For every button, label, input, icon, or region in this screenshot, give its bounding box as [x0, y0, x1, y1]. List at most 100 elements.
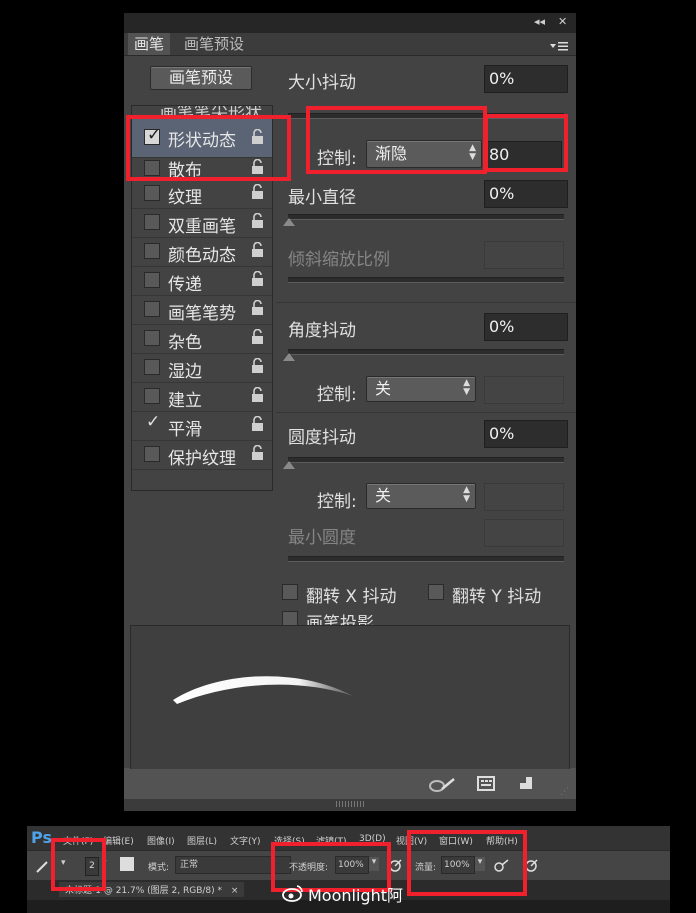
divider — [276, 302, 576, 303]
list-item-label: 颜色动态 — [168, 246, 236, 266]
close-icon[interactable]: ✕ — [558, 15, 567, 28]
list-item-label: 画笔笔势 — [168, 304, 236, 324]
angle-control-label: 控制: — [317, 385, 357, 405]
grip-icon — [336, 801, 364, 807]
checkbox[interactable] — [144, 214, 160, 230]
menu-edit[interactable]: 编辑(E) — [103, 834, 134, 847]
lock-icon[interactable] — [251, 357, 264, 373]
list-item-label: 湿边 — [168, 362, 202, 382]
min-roundness-slider — [288, 556, 564, 562]
mode-label: 模式: — [148, 863, 170, 873]
angle-control-select[interactable]: 关 ▲ ▼ — [366, 376, 476, 402]
lock-icon[interactable] — [251, 270, 264, 286]
list-item-brush-pose[interactable]: 画笔笔势 — [132, 295, 272, 325]
roundness-control-select[interactable]: 关 ▲ ▼ — [366, 483, 476, 509]
menu-layer[interactable]: 图层(L) — [187, 834, 217, 847]
collapse-icon[interactable]: ◂◂ — [534, 15, 545, 28]
brush-stroke-preview — [130, 625, 570, 771]
list-item-color-dynamics[interactable]: 颜色动态 — [132, 237, 272, 267]
new-preset-icon[interactable] — [518, 775, 534, 797]
checkbox[interactable] — [144, 272, 160, 288]
size-jitter-field[interactable]: 0% — [484, 65, 568, 93]
panel-menu-icon[interactable] — [550, 37, 568, 51]
lock-icon[interactable] — [251, 299, 264, 315]
highlight-box-shape-dynamics — [126, 115, 291, 181]
roundness-jitter-label: 圆度抖动 — [288, 428, 356, 448]
lock-icon[interactable] — [251, 386, 264, 402]
min-diameter-label: 最小直径 — [288, 188, 356, 208]
checkbox[interactable] — [144, 301, 160, 317]
select-value: 关 — [375, 486, 392, 505]
brush-tool-icon[interactable] — [35, 859, 51, 878]
menu-type[interactable]: 文字(Y) — [230, 834, 261, 847]
lock-icon[interactable] — [251, 328, 264, 344]
angle-jitter-field[interactable]: 0% — [484, 313, 568, 341]
roundness-jitter-slider[interactable] — [288, 457, 564, 463]
lock-icon[interactable] — [251, 183, 264, 199]
slider-knob[interactable] — [283, 461, 295, 469]
flip-x-checkbox[interactable] — [282, 584, 298, 600]
divider — [276, 412, 576, 413]
list-item-label: 纹理 — [168, 188, 202, 208]
panel-bottom-bar: ⋰ — [124, 769, 576, 799]
size-jitter-label: 大小抖动 — [288, 73, 356, 93]
tab-brush[interactable]: 画笔 — [128, 33, 171, 55]
list-item-texture[interactable]: 纹理 — [132, 179, 272, 209]
angle-jitter-label: 角度抖动 — [288, 321, 356, 341]
roundness-control-label: 控制: — [317, 492, 357, 512]
list-item-label: 平滑 — [168, 420, 202, 440]
checkbox[interactable] — [144, 446, 160, 462]
list-item-transfer[interactable]: 传递 — [132, 266, 272, 296]
checkbox[interactable] — [144, 330, 160, 346]
highlight-box-steps — [484, 114, 568, 172]
list-item-build-up[interactable]: 建立 — [132, 382, 272, 412]
brush-editor-grid-icon[interactable] — [477, 776, 495, 796]
lock-icon[interactable] — [251, 444, 264, 460]
checkbox[interactable]: ✓ — [144, 412, 160, 432]
document-close-icon[interactable]: × — [231, 886, 239, 896]
panel-drag-grip[interactable] — [124, 799, 576, 811]
highlight-box-brush-size — [51, 838, 106, 891]
angle-jitter-slider[interactable] — [288, 349, 564, 355]
checkbox[interactable] — [144, 185, 160, 201]
brush-stroke-icon — [173, 676, 353, 704]
check-icon: ✓ — [146, 412, 161, 432]
list-item-protect-texture[interactable]: 保护纹理 — [132, 440, 272, 470]
min-roundness-label: 最小圆度 — [288, 528, 356, 548]
brush-presets-button[interactable]: 画笔预设 — [150, 66, 252, 90]
list-item-wet-edges[interactable]: 湿边 — [132, 353, 272, 383]
lock-icon[interactable] — [251, 415, 264, 431]
chevron-updown-icon: ▲ ▼ — [463, 485, 470, 504]
tilt-scale-slider — [288, 277, 564, 283]
flip-y-checkbox[interactable] — [428, 584, 444, 600]
min-diameter-field[interactable]: 0% — [484, 180, 568, 208]
menu-image[interactable]: 图像(I) — [147, 834, 175, 847]
highlight-box-control — [306, 106, 487, 174]
lock-icon[interactable] — [251, 212, 264, 228]
checkbox[interactable] — [144, 359, 160, 375]
slider-knob[interactable] — [283, 218, 295, 226]
list-item-dual-brush[interactable]: 双重画笔 — [132, 208, 272, 238]
slider-knob[interactable] — [283, 353, 295, 361]
brush-panel-toggle-icon[interactable] — [120, 857, 134, 871]
list-item-noise[interactable]: 杂色 — [132, 324, 272, 354]
angle-control-field — [484, 376, 564, 404]
tab-brush-presets[interactable]: 画笔预设 — [178, 33, 250, 55]
list-item-smoothing[interactable]: ✓ 平滑 — [132, 411, 272, 441]
checkbox[interactable] — [144, 388, 160, 404]
roundness-jitter-field[interactable]: 0% — [484, 420, 568, 448]
flip-y-label: 翻转 Y 抖动 — [452, 587, 542, 607]
list-item-label: 杂色 — [168, 333, 202, 353]
flip-x-label: 翻转 X 抖动 — [306, 587, 397, 607]
toggle-bristle-preview-icon[interactable] — [428, 777, 456, 797]
min-diameter-slider[interactable] — [288, 214, 564, 220]
panel-tab-bar: 画笔 画笔预设 — [124, 33, 576, 56]
weibo-logo-icon — [282, 884, 304, 906]
checkbox[interactable] — [144, 243, 160, 259]
lock-icon[interactable] — [251, 241, 264, 257]
resize-grip-icon[interactable]: ⋰ — [560, 787, 569, 797]
roundness-control-field — [484, 483, 564, 511]
list-item-label: 建立 — [168, 391, 202, 411]
list-item-label: 保护纹理 — [168, 449, 236, 469]
list-item-label: 双重画笔 — [168, 217, 236, 237]
